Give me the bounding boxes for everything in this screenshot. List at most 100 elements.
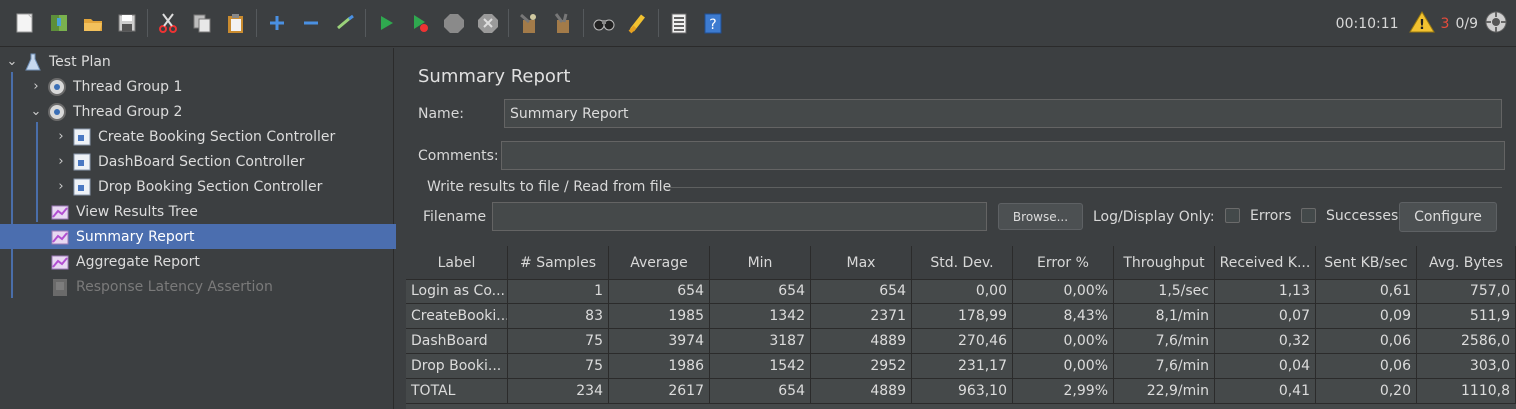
name-label: Name: (418, 106, 465, 122)
column-header[interactable]: Sent KB/sec (1316, 246, 1417, 279)
chevron-right-icon[interactable]: › (54, 179, 68, 194)
column-header[interactable]: Std. Dev. (912, 246, 1013, 279)
tree-node-thread-group-1[interactable]: › Thread Group 1 (0, 74, 422, 99)
chevron-right-icon[interactable]: › (54, 154, 68, 169)
reset-search-icon[interactable] (626, 11, 650, 35)
toolbar-separator (256, 9, 257, 37)
collapse-icon[interactable] (299, 11, 323, 35)
errors-checkbox[interactable] (1225, 208, 1240, 223)
table-cell: 0,09 (1316, 304, 1417, 329)
browse-button[interactable]: Browse... (998, 203, 1083, 230)
assertion-icon (50, 277, 70, 297)
clear-icon[interactable] (517, 11, 541, 35)
warning-icon[interactable]: ! (1408, 10, 1435, 38)
tree-node-test-plan[interactable]: ⌄ Test Plan (0, 49, 398, 74)
toolbar-separator (508, 9, 509, 37)
tree-node-label: Drop Booking Section Controller (98, 178, 323, 195)
shutdown-icon[interactable] (476, 11, 500, 35)
tree-node-dashboard-controller[interactable]: › DashBoard Section Controller (0, 149, 447, 174)
summary-report-panel: Summary Report Name: Summary Report Comm… (396, 48, 1516, 409)
column-header[interactable]: Throughput (1114, 246, 1215, 279)
name-field[interactable]: Summary Report (504, 99, 1502, 128)
help-icon[interactable]: ? (701, 11, 725, 35)
open-icon[interactable] (81, 11, 105, 35)
table-cell: 1986 (609, 354, 710, 379)
comments-field[interactable] (501, 141, 1505, 170)
table-cell: 654 (710, 279, 811, 304)
chevron-down-icon[interactable]: ⌄ (5, 54, 19, 69)
table-cell: CreateBooki... (406, 304, 508, 329)
controller-icon (72, 152, 92, 172)
table-cell: 0,06 (1316, 354, 1417, 379)
warning-count[interactable]: 3 (1441, 16, 1450, 32)
new-icon[interactable] (13, 11, 37, 35)
table-cell: 4889 (811, 379, 912, 404)
elapsed-timer: 00:10:11 (1335, 15, 1399, 32)
thread-group-icon (47, 77, 67, 97)
tree-node-label: Create Booking Section Controller (98, 128, 336, 145)
table-cell: 8,1/min (1114, 304, 1215, 329)
table-row[interactable]: Drop Booki... 75 1986 1542 2952 231,17 0,00% 7,… (406, 354, 1516, 379)
comments-label: Comments: (418, 148, 499, 164)
cut-icon[interactable] (156, 11, 180, 35)
start-icon[interactable] (374, 11, 398, 35)
table-row[interactable]: CreateBooki... 83 1985 1342 2371 178,99 8,43% 8… (406, 304, 1516, 329)
tree-node-aggregate-report[interactable]: Aggregate Report (0, 249, 443, 274)
table-cell: 3187 (710, 329, 811, 354)
column-header[interactable]: Error % (1013, 246, 1114, 279)
search-icon[interactable] (592, 11, 616, 35)
templates-icon[interactable] (47, 11, 71, 35)
table-cell: 2586,0 (1417, 329, 1516, 354)
tree-node-view-results-tree[interactable]: View Results Tree (0, 199, 443, 224)
configure-button[interactable]: Configure (1399, 202, 1497, 232)
table-cell: 83 (508, 304, 609, 329)
table-cell: 0,06 (1316, 329, 1417, 354)
paste-icon[interactable] (224, 11, 248, 35)
start-no-pauses-icon[interactable] (408, 11, 432, 35)
tree-node-create-booking-controller[interactable]: › Create Booking Section Controller (0, 124, 447, 149)
copy-icon[interactable] (190, 11, 214, 35)
toggle-icon[interactable] (333, 11, 357, 35)
remote-status-icon (1484, 10, 1508, 38)
table-cell: 8,43% (1013, 304, 1114, 329)
column-header[interactable]: # Samples (508, 246, 609, 279)
column-header[interactable]: Avg. Bytes (1417, 246, 1516, 279)
column-header[interactable]: Average (609, 246, 710, 279)
table-cell: 0,32 (1215, 329, 1316, 354)
table-cell: 0,07 (1215, 304, 1316, 329)
tree-node-drop-booking-controller[interactable]: › Drop Booking Section Controller (0, 174, 447, 199)
column-header[interactable]: Received K... (1215, 246, 1316, 279)
test-plan-icon (23, 52, 43, 72)
function-helper-icon[interactable] (667, 11, 691, 35)
table-cell: 511,9 (1417, 304, 1516, 329)
expand-icon[interactable] (265, 11, 289, 35)
column-header[interactable]: Label (406, 246, 508, 279)
filename-field[interactable] (492, 202, 987, 231)
tree-node-thread-group-2[interactable]: ⌄ Thread Group 2 (0, 99, 422, 124)
chevron-down-icon[interactable]: ⌄ (29, 104, 43, 119)
table-row[interactable]: TOTAL 234 2617 654 4889 963,10 2,99% 22,9/min 0,… (406, 379, 1516, 404)
summary-table: Label # Samples Average Min Max Std. Dev… (406, 246, 1516, 409)
tree-node-summary-report[interactable]: Summary Report (0, 224, 443, 249)
column-header[interactable]: Min (710, 246, 811, 279)
filename-label: Filename (423, 209, 487, 225)
table-cell: 2,99% (1013, 379, 1114, 404)
toolbar-separator (583, 9, 584, 37)
clear-all-icon[interactable] (551, 11, 575, 35)
save-icon[interactable] (115, 11, 139, 35)
chevron-right-icon[interactable]: › (29, 79, 43, 94)
tree-node-response-latency-assertion[interactable]: Response Latency Assertion (0, 274, 443, 299)
chevron-right-icon[interactable]: › (54, 129, 68, 144)
table-row[interactable]: Login as Co... 1 654 654 654 0,00 0,00% 1,5/sec… (406, 279, 1516, 304)
log-display-label: Log/Display Only: (1093, 209, 1215, 225)
tree-node-label: Thread Group 1 (73, 78, 183, 95)
toolbar-separator (147, 9, 148, 37)
successes-checkbox[interactable] (1301, 208, 1316, 223)
group-border (666, 187, 1502, 188)
column-header[interactable]: Max (811, 246, 912, 279)
tree-node-label: Response Latency Assertion (76, 278, 273, 295)
stop-icon[interactable] (442, 11, 466, 35)
table-cell: 0,00 (912, 279, 1013, 304)
table-cell: 654 (710, 379, 811, 404)
table-row[interactable]: DashBoard 75 3974 3187 4889 270,46 0,00% 7,6/mi… (406, 329, 1516, 354)
